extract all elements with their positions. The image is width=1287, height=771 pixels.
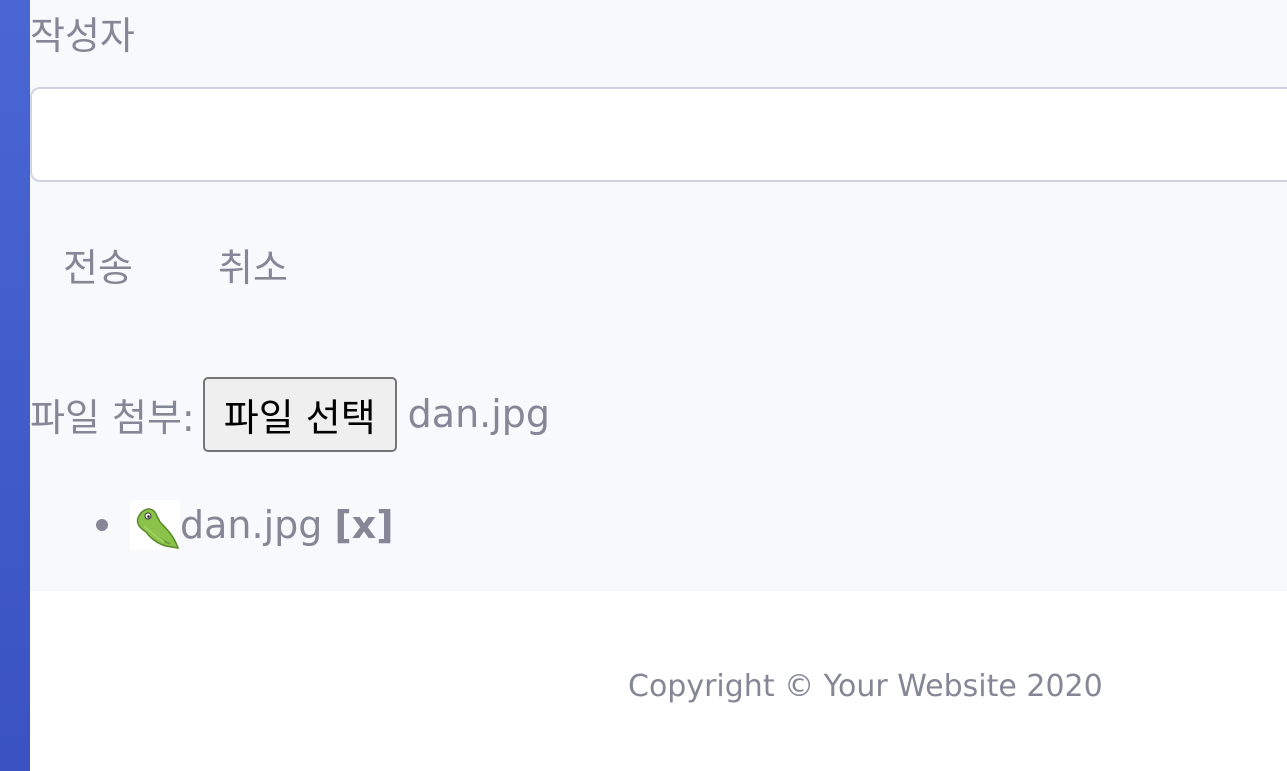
author-label: 작성자 — [30, 14, 135, 58]
author-input[interactable] — [30, 87, 1287, 182]
footer-copyright: Copyright © Your Website 2020 — [628, 669, 1103, 704]
caterpillar-pokemon-thumbnail-icon — [130, 500, 180, 550]
submit-button[interactable]: 전송 — [63, 240, 133, 296]
list-item: dan.jpg [x] — [96, 497, 394, 553]
cancel-button[interactable]: 취소 — [218, 240, 288, 296]
remove-attachment-link[interactable]: [x] — [334, 503, 393, 547]
sidebar-strip — [0, 0, 30, 771]
form-panel: 작성자 전송 취소 파일 첨부: 파일 선택 dan.jpg dan.jpg [… — [30, 0, 1287, 591]
attachment-name: dan.jpg — [180, 503, 323, 547]
file-attach-label: 파일 첨부: — [30, 395, 195, 440]
file-chosen-name: dan.jpg — [407, 392, 551, 436]
attachment-list: dan.jpg [x] — [96, 497, 394, 553]
bullet-icon — [96, 519, 108, 531]
file-attach-row: 파일 첨부: 파일 선택 dan.jpg — [30, 376, 550, 452]
file-select-button[interactable]: 파일 선택 — [202, 376, 397, 452]
